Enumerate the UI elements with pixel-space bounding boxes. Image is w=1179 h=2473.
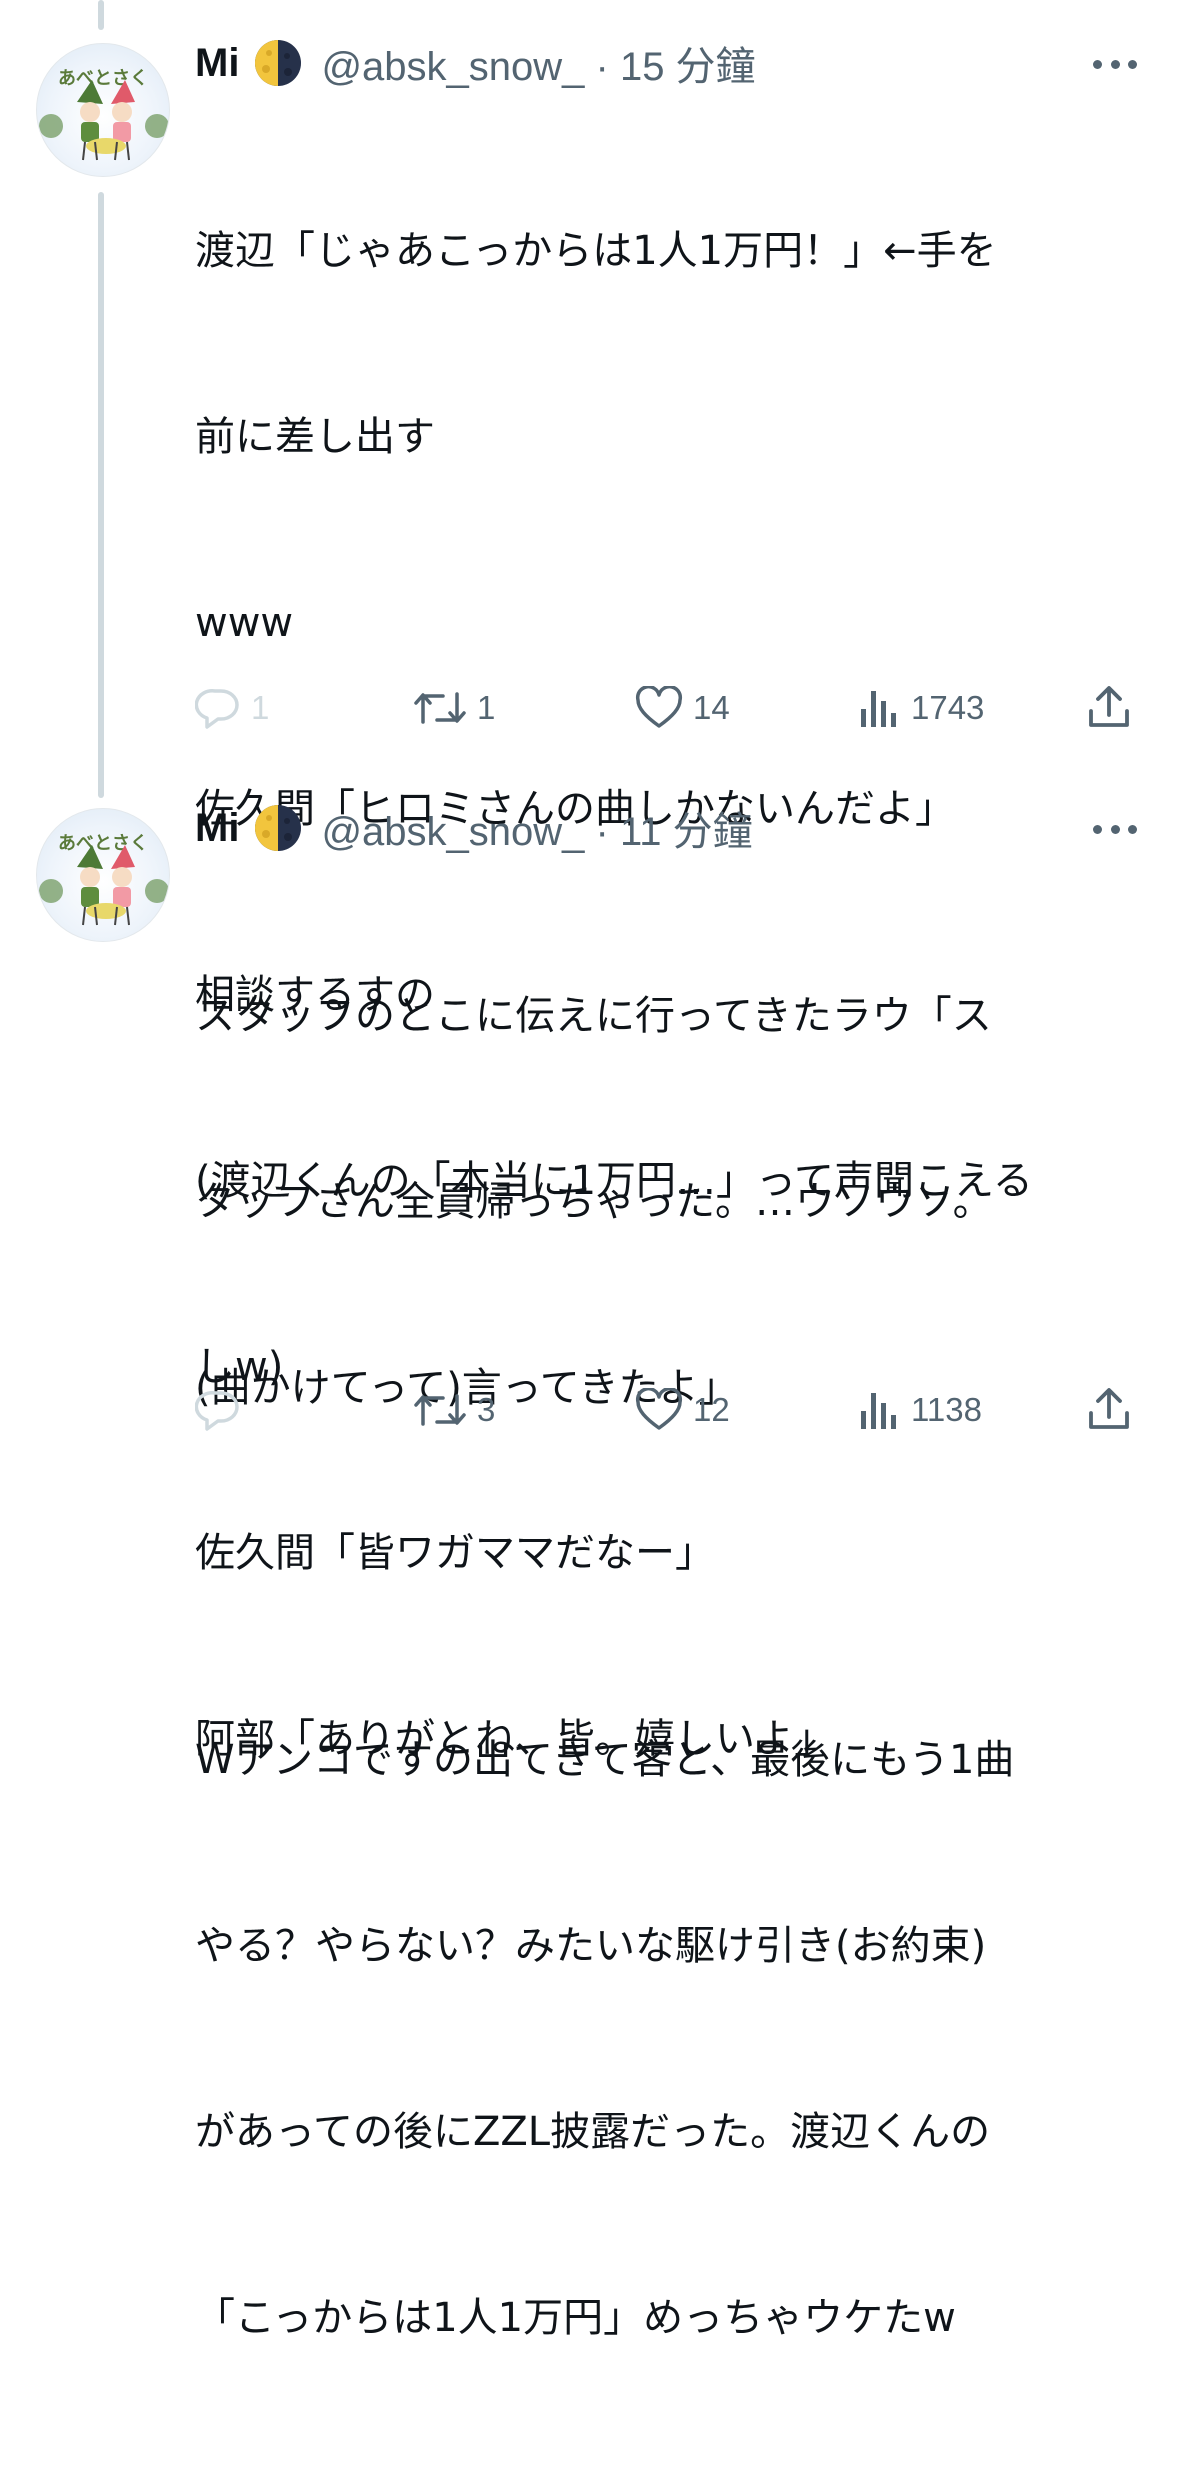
like-icon [635,686,683,728]
author-name[interactable]: Mi [195,41,239,86]
moon-emoji [255,40,302,86]
like-count: 12 [693,1391,730,1428]
retweet-button[interactable]: 1 [413,683,495,733]
text-line: タッフさん全員帰っちゃった。…ウソウソ。 [195,1179,993,1225]
avatar[interactable]: あべとさく [36,808,170,942]
text-line: www [195,600,294,646]
share-icon [1089,1388,1129,1429]
text-line: やる？やらない？みたいな駆け引き(お約束) [195,1923,987,1969]
views-button[interactable]: 1743 [857,683,984,733]
retweet-count: 1 [477,689,496,726]
avatar[interactable]: あべとさく [36,43,170,177]
like-count: 14 [693,689,730,726]
handle-and-time[interactable]: @absk_snow_ · 15 分鐘 [321,34,755,92]
retweet-button[interactable]: 3 [413,1385,495,1435]
retweet-count: 3 [477,1391,496,1428]
text-line: 前に差し出す [195,414,435,460]
tweet-header: Mi @absk_snow_ · 11 分鐘 [195,798,753,858]
reply-icon [195,1391,239,1431]
author-name[interactable]: Mi [195,806,239,851]
like-icon [635,1388,683,1430]
view-count: 1138 [911,1391,982,1428]
retweet-icon [414,1394,466,1426]
views-icon [861,691,896,727]
views-button[interactable]: 1138 [857,1385,982,1435]
avatar-illustration: あべとさく [39,833,169,926]
tweet-actions: 1 1 14 1743 [195,683,1145,733]
share-button[interactable] [1087,683,1141,733]
tweet-text: スタッフのとこに伝えに行ってきたラウ「ス タッフさん全員帰っちゃった。…ウソウソ… [195,861,1135,2473]
text-line: Wアンコですの出てきて客と、最後にもう1曲 [195,1737,1015,1783]
more-icon[interactable] [1093,822,1137,836]
avatar-illustration: あべとさく [39,68,169,161]
reply-button[interactable]: 1 [195,683,269,733]
more-icon[interactable] [1093,57,1137,71]
avatar-label: あべとさく [58,833,148,854]
text-line: スタッフのとこに伝えに行ってきたラウ「ス [195,993,992,1039]
like-button[interactable]: 14 [635,683,730,733]
share-icon [1089,686,1129,727]
tweet-2[interactable]: あべとさく Mi @absk_snow_ · 11 分鐘 スタッフのとこに伝えに… [0,780,1179,2341]
moon-emoji [255,805,302,851]
views-icon [861,1393,896,1429]
text-line: 「こっからは1人1万円」めっちゃウケたw [195,2295,956,2341]
retweet-icon [414,692,466,724]
tweet-1[interactable]: あべとさく Mi @absk_snow_ · 15 分鐘 渡辺「じゃあこっからは… [0,0,1179,1762]
like-button[interactable]: 12 [635,1385,730,1435]
tweet-actions: 3 12 1138 [195,1385,1145,1435]
reply-button[interactable] [195,1385,251,1435]
text-line: 渡辺「じゃあこっからは1人1万円！」←手を [195,228,997,274]
tweet-header: Mi @absk_snow_ · 15 分鐘 [195,33,756,93]
text-line [195,1543,1135,1605]
avatar-label: あべとさく [58,68,148,89]
reply-icon [195,689,239,729]
text-line: があっての後にZZL披露だった。渡辺くんの [195,2109,991,2155]
view-count: 1743 [911,689,985,726]
handle-and-time[interactable]: @absk_snow_ · 11 分鐘 [321,799,752,857]
share-button[interactable] [1087,1385,1141,1435]
reply-count: 1 [251,689,270,726]
